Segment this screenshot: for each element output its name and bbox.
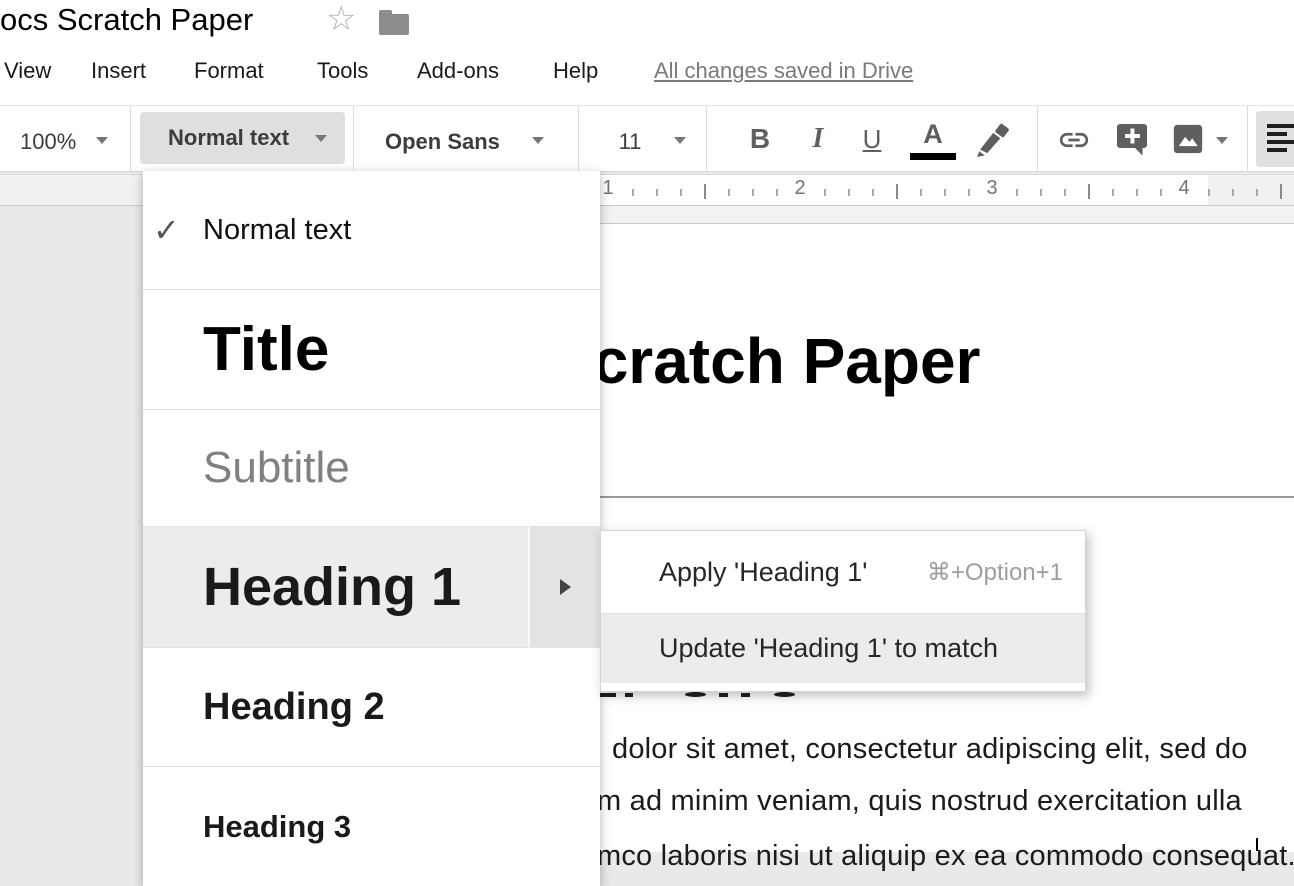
ruler-tick bbox=[1064, 189, 1066, 196]
align-left-button[interactable] bbox=[1256, 111, 1294, 167]
ruler-tick bbox=[656, 189, 658, 196]
ruler-half-tick bbox=[704, 184, 706, 199]
submenu-item-update-heading-1[interactable]: Update 'Heading 1' to match bbox=[601, 613, 1085, 683]
ruler-tick bbox=[728, 189, 730, 196]
menu-item-title[interactable]: Title bbox=[143, 289, 600, 409]
insert-image-button[interactable] bbox=[1170, 122, 1206, 161]
document-title[interactable]: ocs Scratch Paper bbox=[0, 2, 253, 38]
menu-view[interactable]: View bbox=[4, 58, 51, 84]
ruler-half-tick bbox=[1088, 184, 1090, 199]
toolbar-separator bbox=[353, 106, 354, 172]
ruler-inch-mark: 1 bbox=[602, 177, 613, 200]
menu-addons[interactable]: Add-ons bbox=[417, 58, 499, 84]
doc-heading-title: Scratch Paper bbox=[550, 324, 980, 398]
ruler-tick bbox=[1112, 189, 1114, 196]
ruler-tick bbox=[1136, 189, 1138, 196]
ruler-tick bbox=[920, 189, 922, 196]
paragraph-styles-menu: ✓ Normal text Title Subtitle Heading 1 H… bbox=[143, 171, 600, 886]
shortcut-label: ⌘+Option+1 bbox=[927, 558, 1063, 587]
ruler-tick bbox=[776, 189, 778, 196]
menu-item-heading-3[interactable]: Heading 3 bbox=[143, 766, 600, 886]
text-color-button[interactable]: A bbox=[913, 114, 953, 154]
toolbar-separator bbox=[578, 106, 579, 172]
toolbar-separator bbox=[1247, 106, 1248, 172]
zoom-select[interactable]: 100% bbox=[20, 129, 76, 155]
star-icon[interactable]: ☆ bbox=[326, 2, 356, 36]
insert-link-button[interactable] bbox=[1053, 123, 1095, 162]
ruler-tick bbox=[848, 189, 850, 196]
ruler-tick bbox=[944, 189, 946, 196]
submenu-arrow-icon bbox=[560, 579, 571, 595]
ruler-tick bbox=[968, 189, 970, 196]
ruler-tick bbox=[1040, 189, 1042, 196]
font-dropdown-arrow-icon[interactable] bbox=[532, 137, 544, 144]
ruler-half-tick bbox=[1280, 184, 1282, 199]
highlighter-icon bbox=[972, 121, 1012, 159]
text-cursor bbox=[1256, 838, 1258, 851]
toolbar-separator bbox=[1037, 106, 1038, 172]
italic-button[interactable]: I bbox=[798, 119, 838, 159]
comment-plus-icon bbox=[1114, 121, 1150, 157]
font-size-select[interactable]: 11 bbox=[612, 129, 648, 155]
style-dropdown-arrow-icon bbox=[315, 135, 327, 142]
ruler-tick bbox=[1208, 189, 1210, 196]
font-size-dropdown-arrow-icon[interactable] bbox=[674, 137, 686, 144]
insert-comment-button[interactable] bbox=[1114, 121, 1150, 162]
ruler-tick bbox=[1160, 189, 1162, 196]
body-text-line: dolor sit amet, consectetur adipiscing e… bbox=[612, 733, 1248, 766]
check-icon: ✓ bbox=[153, 211, 180, 249]
text-color-bar-icon bbox=[910, 153, 956, 160]
menu-format[interactable]: Format bbox=[194, 58, 264, 84]
menu-tools[interactable]: Tools bbox=[317, 58, 368, 84]
ruler-inch-mark: 4 bbox=[1178, 177, 1189, 200]
body-text-line: m ad minim veniam, quis nostrud exercita… bbox=[597, 785, 1242, 818]
underline-button[interactable]: U bbox=[852, 119, 892, 159]
paragraph-style-label: Normal text bbox=[168, 125, 289, 151]
heading-1-submenu: Apply 'Heading 1' ⌘+Option+1 Update 'Hea… bbox=[600, 530, 1086, 692]
ruler-tick bbox=[1016, 189, 1018, 196]
menu-item-normal-text[interactable]: ✓ Normal text bbox=[143, 171, 600, 289]
highlight-button[interactable] bbox=[972, 121, 1012, 164]
bold-button[interactable]: B bbox=[740, 119, 780, 159]
link-icon bbox=[1053, 123, 1095, 157]
zoom-dropdown-arrow-icon[interactable] bbox=[96, 137, 108, 144]
ruler-half-tick bbox=[896, 184, 898, 199]
save-status-link[interactable]: All changes saved in Drive bbox=[654, 58, 913, 84]
menu-insert[interactable]: Insert bbox=[91, 58, 146, 84]
ruler-tick bbox=[752, 189, 754, 196]
toolbar-separator bbox=[130, 106, 131, 172]
ruler-tick bbox=[824, 189, 826, 196]
image-icon bbox=[1170, 122, 1206, 156]
heading-1-submenu-button[interactable] bbox=[528, 527, 600, 647]
submenu-item-apply-heading-1[interactable]: Apply 'Heading 1' ⌘+Option+1 bbox=[601, 531, 1085, 613]
ruler-tick bbox=[872, 189, 874, 196]
menu-item-subtitle[interactable]: Subtitle bbox=[143, 409, 600, 526]
menu-item-heading-1[interactable]: Heading 1 bbox=[143, 526, 600, 647]
font-select[interactable]: Open Sans bbox=[385, 129, 500, 155]
ruler-tick bbox=[680, 189, 682, 196]
body-text-line: mco laboris nisi ut aliquip ex ea commod… bbox=[597, 840, 1294, 873]
ruler-tick bbox=[1256, 189, 1258, 196]
titlebar: ocs Scratch Paper ☆ View Insert Format T… bbox=[0, 0, 1294, 105]
menu-help[interactable]: Help bbox=[553, 58, 598, 84]
ruler-inch-mark: 3 bbox=[986, 177, 997, 200]
folder-icon[interactable] bbox=[379, 14, 409, 35]
image-dropdown-arrow-icon[interactable] bbox=[1216, 137, 1228, 144]
align-left-icon bbox=[1267, 124, 1294, 128]
toolbar-separator bbox=[706, 106, 707, 172]
ruler-inch-mark: 2 bbox=[794, 177, 805, 200]
ruler-tick bbox=[632, 189, 634, 196]
paragraph-style-select[interactable]: Normal text bbox=[140, 112, 345, 164]
menu-item-heading-2[interactable]: Heading 2 bbox=[143, 647, 600, 766]
ruler-tick bbox=[1232, 189, 1234, 196]
ruler-active-area bbox=[598, 175, 1208, 205]
